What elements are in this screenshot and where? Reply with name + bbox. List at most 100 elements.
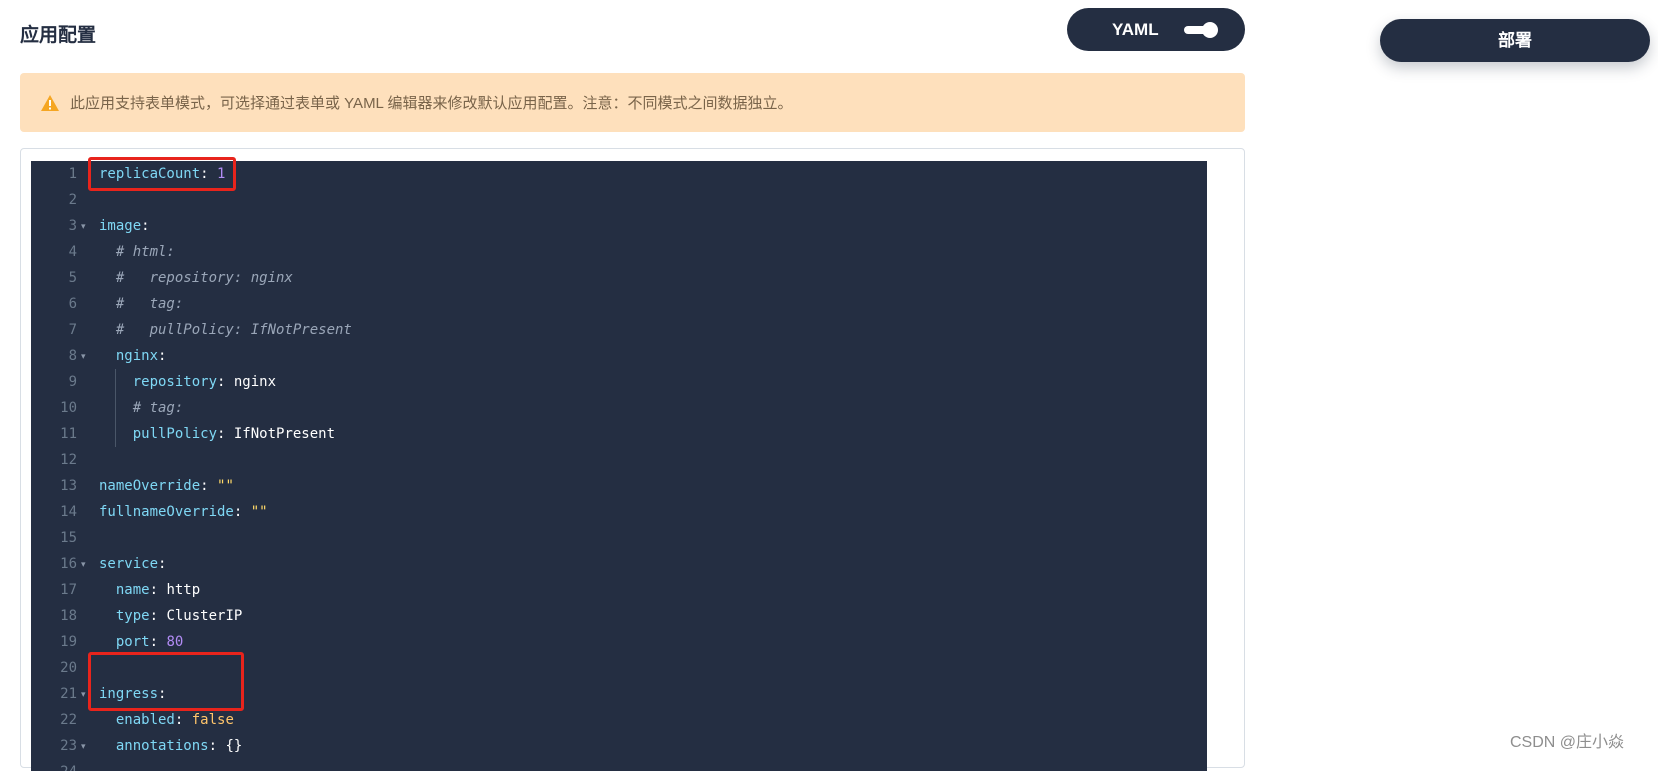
code-line[interactable]: fullnameOverride: "" [99, 499, 268, 525]
code-token: : [149, 608, 167, 624]
toggle-knob [1202, 22, 1218, 38]
code-line[interactable]: # tag: [99, 291, 183, 317]
line-number: 2 [68, 192, 77, 208]
line-number: 9 [68, 374, 77, 390]
fold-caret-icon[interactable]: ▾ [81, 343, 86, 369]
fold-caret-icon[interactable]: ▾ [81, 733, 86, 759]
toggle-switch-icon[interactable] [1184, 22, 1218, 38]
line-number: 20 [60, 660, 77, 676]
code-token: pullPolicy [132, 426, 218, 442]
line-number-gutter: 1 2 3 ▾ 4 5 6 7 8 ▾ 9 10 11 12 13 14 15 16 ▾ 17 18 19 20 21 ▾ 22 2… [31, 161, 95, 771]
code-line[interactable]: annotations: {} [99, 733, 242, 759]
yaml-toggle-label: YAML [1112, 20, 1159, 39]
code-token: : [141, 218, 150, 234]
code-token: nginx [115, 348, 159, 364]
code-token: nameOverride [99, 478, 201, 494]
code-token: enabled [115, 712, 175, 728]
code-token: name [115, 582, 150, 598]
line-number: 8 [68, 348, 77, 364]
code-token: IfNotPresent [233, 426, 336, 442]
fold-caret-icon[interactable]: ▾ [81, 213, 86, 239]
code-line[interactable]: nginx: [99, 343, 167, 369]
line-number: 7 [68, 322, 77, 338]
code-token: nginx [233, 374, 277, 390]
line-number: 11 [60, 426, 77, 442]
code-token: {} [225, 738, 243, 754]
code-line[interactable]: # tag: [99, 395, 184, 421]
notice-banner: 此应用支持表单模式，可选择通过表单或 YAML 编辑器来修改默认应用配置。注意：… [20, 73, 1245, 132]
code-line[interactable]: # pullPolicy: IfNotPresent [99, 317, 352, 343]
code-line[interactable]: pullPolicy: IfNotPresent [99, 421, 335, 447]
code-token: # html: [99, 244, 175, 260]
code-token: : [200, 478, 218, 494]
code-line[interactable]: type: ClusterIP [99, 603, 242, 629]
fold-caret-icon[interactable]: ▾ [81, 681, 86, 707]
warning-triangle-icon [40, 94, 60, 112]
notice-text: 此应用支持表单模式，可选择通过表单或 YAML 编辑器来修改默认应用配置。注意：… [70, 95, 793, 112]
watermark: CSDN @庄小焱 [1510, 734, 1625, 751]
line-number: 15 [60, 530, 77, 546]
line-number: 3 [68, 218, 77, 234]
code-token: annotations [115, 738, 209, 754]
code-token: http [166, 582, 201, 598]
line-number: 22 [60, 712, 77, 728]
line-number: 1 [68, 166, 77, 182]
code-token: image [99, 218, 142, 234]
page-title: 应用配置 [20, 25, 97, 46]
indent-guide [115, 369, 116, 447]
code-line[interactable]: # repository: nginx [99, 265, 293, 291]
deploy-button[interactable]: 部署 [1380, 19, 1650, 62]
code-line[interactable]: name: http [99, 577, 200, 603]
code-token: # tag: [99, 400, 184, 416]
code-line[interactable]: service: [99, 551, 166, 577]
code-token: : [208, 738, 226, 754]
code-token: ClusterIP [166, 608, 243, 624]
code-token: false [191, 712, 234, 728]
code-token: 80 [166, 634, 184, 650]
highlight-box-replicacount [88, 157, 236, 191]
code-token: # pullPolicy: IfNotPresent [99, 322, 352, 338]
fold-caret-icon[interactable]: ▾ [81, 551, 86, 577]
line-number: 13 [60, 478, 77, 494]
code-token: : [174, 712, 192, 728]
line-number: 16 [60, 556, 77, 572]
line-number: 17 [60, 582, 77, 598]
yaml-mode-toggle[interactable]: YAML [1067, 8, 1245, 51]
code-token: : [217, 374, 234, 390]
code-token: fullnameOverride [99, 504, 234, 520]
code-token: service [99, 556, 159, 572]
code-token: : [158, 556, 167, 572]
line-number: 4 [68, 244, 77, 260]
code-token: # repository: nginx [99, 270, 293, 286]
code-token: port [115, 634, 150, 650]
code-token: type [115, 608, 150, 624]
line-number: 19 [60, 634, 77, 650]
highlight-box-ingress [88, 652, 244, 711]
line-number: 21 [60, 686, 77, 702]
code-line[interactable]: nameOverride: "" [99, 473, 234, 499]
line-number: 10 [60, 400, 77, 416]
code-token: "" [250, 504, 268, 520]
line-number: 18 [60, 608, 77, 624]
line-number: 12 [60, 452, 77, 468]
code-line[interactable]: # html: [99, 239, 175, 265]
code-token: : [233, 504, 251, 520]
line-number: 6 [68, 296, 77, 312]
line-number: 14 [60, 504, 77, 520]
code-token: : [149, 634, 167, 650]
code-token: : [149, 582, 167, 598]
code-token: : [158, 348, 167, 364]
line-number: 24 [31, 759, 77, 771]
line-number: 23 [60, 738, 77, 754]
code-line[interactable]: image: [99, 213, 150, 239]
code-line[interactable]: repository: nginx [99, 369, 276, 395]
code-token: # tag: [99, 296, 184, 312]
code-token: repository [132, 374, 218, 390]
line-number: 5 [68, 270, 77, 286]
